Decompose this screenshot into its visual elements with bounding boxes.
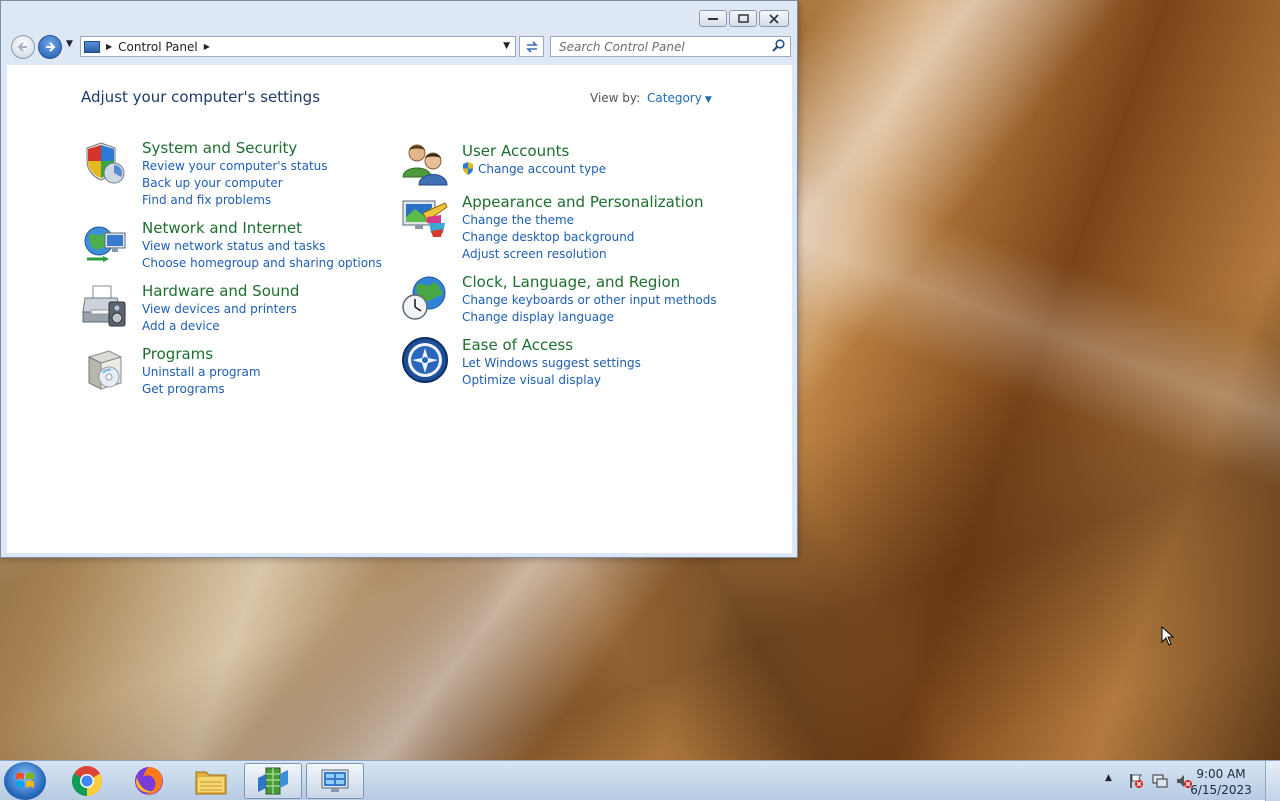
network-globe-icon[interactable] bbox=[81, 219, 129, 267]
system-clock[interactable]: 9:00 AM 6/15/2023 bbox=[1186, 766, 1256, 798]
address-row: ▼ ▶ Control Panel ▶ ▼ bbox=[9, 34, 791, 60]
back-button[interactable] bbox=[11, 35, 35, 59]
ease-of-access-icon[interactable] bbox=[401, 336, 449, 384]
address-bar[interactable]: ▶ Control Panel ▶ ▼ bbox=[80, 36, 516, 57]
minimize-icon bbox=[708, 17, 718, 20]
chevron-down-icon: ▼ bbox=[704, 95, 712, 105]
link-add-device[interactable]: Add a device bbox=[142, 318, 442, 335]
view-by-value: Category bbox=[647, 91, 702, 105]
shield-icon[interactable] bbox=[81, 139, 129, 187]
link-uninstall-program[interactable]: Uninstall a program bbox=[142, 364, 442, 381]
link-change-account-type-label: Change account type bbox=[478, 162, 607, 176]
users-icon[interactable] bbox=[401, 139, 449, 187]
link-adjust-resolution[interactable]: Adjust screen resolution bbox=[462, 246, 762, 263]
forward-arrow-icon bbox=[46, 42, 56, 52]
content-pane: Adjust your computer's settings View by:… bbox=[7, 65, 792, 553]
view-by-label: View by: bbox=[590, 91, 641, 105]
firefox-icon bbox=[135, 767, 163, 795]
clock-time: 9:00 AM bbox=[1196, 767, 1246, 781]
category-title-appearance[interactable]: Appearance and Personalization bbox=[462, 193, 762, 211]
recent-pages-dropdown[interactable]: ▼ bbox=[66, 39, 73, 49]
globe-clock-icon[interactable] bbox=[401, 273, 449, 321]
link-network-status[interactable]: View network status and tasks bbox=[142, 238, 442, 255]
control-panel-icon bbox=[321, 769, 349, 792]
link-change-keyboards[interactable]: Change keyboards or other input methods bbox=[462, 292, 762, 309]
category-title-programs[interactable]: Programs bbox=[142, 345, 442, 363]
link-get-programs[interactable]: Get programs bbox=[142, 381, 442, 398]
file-explorer-icon bbox=[195, 771, 227, 795]
show-hidden-icons-button[interactable]: ▲ bbox=[1105, 773, 1112, 783]
control-panel-small-icon bbox=[84, 40, 100, 53]
category-title-system-security[interactable]: System and Security bbox=[142, 139, 442, 157]
uac-shield-icon bbox=[463, 162, 473, 175]
category-title-user-accounts[interactable]: User Accounts bbox=[462, 142, 762, 160]
breadcrumb-chevron-icon[interactable]: ▶ bbox=[204, 42, 210, 51]
back-arrow-icon bbox=[17, 42, 27, 52]
search-icon[interactable] bbox=[772, 39, 785, 52]
chrome-icon bbox=[71, 766, 103, 796]
window-controls bbox=[699, 10, 789, 27]
control-panel-window[interactable]: ▼ ▶ Control Panel ▶ ▼ Adjust your comput… bbox=[0, 0, 798, 558]
python-app-icon bbox=[258, 767, 288, 795]
category-title-clock-language-region[interactable]: Clock, Language, and Region bbox=[462, 273, 762, 291]
breadcrumb-separator-icon[interactable]: ▶ bbox=[106, 42, 112, 51]
taskbar-python-app[interactable] bbox=[244, 763, 302, 799]
restore-icon bbox=[737, 14, 749, 23]
taskbar-file-explorer[interactable] bbox=[182, 763, 240, 799]
link-change-theme[interactable]: Change the theme bbox=[462, 212, 762, 229]
link-devices-printers[interactable]: View devices and printers bbox=[142, 301, 442, 318]
minimize-button[interactable] bbox=[699, 10, 727, 27]
programs-box-icon[interactable] bbox=[81, 345, 129, 393]
search-box[interactable] bbox=[550, 36, 791, 57]
taskbar: ▲ 9:00 AM 6/15/2023 bbox=[0, 760, 1280, 801]
link-find-fix-problems[interactable]: Find and fix problems bbox=[142, 192, 442, 209]
link-change-account-type[interactable]: Change account type bbox=[462, 161, 762, 178]
breadcrumb-control-panel[interactable]: Control Panel bbox=[118, 40, 198, 54]
page-title: Adjust your computer's settings bbox=[81, 88, 321, 106]
category-title-ease-of-access[interactable]: Ease of Access bbox=[462, 336, 762, 354]
link-windows-suggest-settings[interactable]: Let Windows suggest settings bbox=[462, 355, 762, 372]
forward-button[interactable] bbox=[38, 35, 62, 59]
mouse-cursor-icon bbox=[1161, 626, 1175, 646]
appearance-monitor-icon[interactable] bbox=[401, 193, 449, 241]
clock-date: 6/15/2023 bbox=[1190, 783, 1252, 797]
action-center-flag-icon[interactable] bbox=[1128, 773, 1144, 789]
taskbar-control-panel[interactable] bbox=[306, 763, 364, 799]
refresh-button[interactable] bbox=[519, 36, 544, 57]
refresh-icon bbox=[525, 40, 538, 53]
network-status-icon[interactable] bbox=[1152, 773, 1168, 789]
link-change-display-language[interactable]: Change display language bbox=[462, 309, 762, 326]
search-input[interactable] bbox=[557, 38, 766, 55]
link-review-status[interactable]: Review your computer's status bbox=[142, 158, 442, 175]
close-button[interactable] bbox=[759, 10, 789, 27]
category-title-network-internet[interactable]: Network and Internet bbox=[142, 219, 442, 237]
link-back-up[interactable]: Back up your computer bbox=[142, 175, 442, 192]
link-optimize-visual-display[interactable]: Optimize visual display bbox=[462, 372, 762, 389]
address-dropdown-icon[interactable]: ▼ bbox=[503, 41, 510, 51]
category-title-hardware-sound[interactable]: Hardware and Sound bbox=[142, 282, 442, 300]
link-homegroup-sharing[interactable]: Choose homegroup and sharing options bbox=[142, 255, 442, 272]
taskbar-chrome[interactable] bbox=[58, 763, 116, 799]
taskbar-firefox[interactable] bbox=[120, 763, 178, 799]
link-change-desktop-background[interactable]: Change desktop background bbox=[462, 229, 762, 246]
show-desktop-button[interactable] bbox=[1265, 761, 1280, 801]
maximize-button[interactable] bbox=[729, 10, 757, 27]
close-icon bbox=[769, 13, 779, 24]
windows-logo-icon bbox=[16, 772, 34, 788]
printer-icon[interactable] bbox=[81, 282, 129, 330]
view-by-dropdown[interactable]: Category ▼ bbox=[647, 91, 712, 105]
start-button[interactable] bbox=[4, 762, 46, 800]
